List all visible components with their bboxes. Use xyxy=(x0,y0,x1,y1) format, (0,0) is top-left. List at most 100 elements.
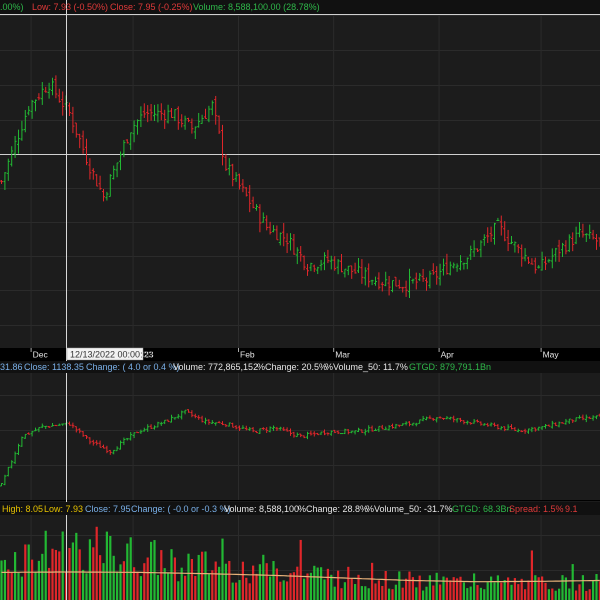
volume-bar xyxy=(408,571,411,600)
volume-bar xyxy=(320,567,323,600)
volume-bar xyxy=(218,566,221,600)
volume-bar xyxy=(3,559,6,600)
vol-low: Low: 7.93 xyxy=(44,504,83,514)
price-low-readout: Low: 7.93 (-0.50%) xyxy=(32,2,108,12)
index-volume-50: %Volume_50: 11.7% xyxy=(325,362,408,372)
volume-bar xyxy=(296,566,299,600)
volume-bar xyxy=(323,579,326,600)
volume-bar xyxy=(224,563,227,600)
volume-bar xyxy=(554,590,557,600)
volume-bar xyxy=(160,550,163,600)
vol-volume: Volume: 8,588,100 xyxy=(224,504,299,514)
volume-bar xyxy=(231,582,234,600)
price-volume-readout: Volume: 8,588,100.00 (28.78%) xyxy=(193,2,320,12)
volume-bar xyxy=(34,571,37,600)
volume-bar xyxy=(306,573,309,600)
volume-bar xyxy=(235,582,238,600)
vol-spread: Spread: 1.5% xyxy=(509,504,564,514)
volume-bar xyxy=(422,590,425,600)
volume-bar xyxy=(51,548,54,600)
volume-bar xyxy=(0,560,3,600)
volume-bar xyxy=(170,549,173,600)
volume-bar xyxy=(595,574,598,600)
volume-bar xyxy=(483,589,486,600)
volume-bar xyxy=(469,586,472,600)
volume-bar xyxy=(289,573,292,600)
volume-bar xyxy=(262,554,265,600)
volume-bar xyxy=(269,576,272,600)
volume-bar xyxy=(116,571,119,600)
volume-bar xyxy=(112,555,115,600)
volume-bar xyxy=(7,569,10,600)
volume-bar xyxy=(143,563,146,600)
cursor-date-label: 12/13/2022 00:00:00 xyxy=(70,350,153,360)
volume-bar xyxy=(350,578,353,600)
volume-bar xyxy=(476,585,479,600)
x-tick-label: Dec xyxy=(33,350,49,360)
volume-bar xyxy=(575,590,578,600)
volume-bar xyxy=(10,572,13,600)
volume-bar xyxy=(150,541,153,600)
volume-bar xyxy=(534,575,537,600)
volume-bar xyxy=(82,569,85,600)
volume-bar xyxy=(194,575,197,600)
volume-bar xyxy=(44,530,47,600)
volume-bar xyxy=(85,573,88,600)
volume-bar xyxy=(272,561,275,600)
volume-bar xyxy=(581,575,584,600)
volume-bar xyxy=(167,572,170,600)
volume-bar xyxy=(58,551,61,600)
index-change: Change: ( 4.0 or 0.4 %) xyxy=(86,362,180,372)
volume-bar xyxy=(418,575,421,600)
volume-bar xyxy=(479,587,482,600)
volume-bar xyxy=(75,532,78,600)
volume-bar xyxy=(228,560,231,600)
volume-bar xyxy=(486,582,489,600)
volume-bar xyxy=(105,531,108,600)
volume-bar xyxy=(510,584,513,600)
volume-bar xyxy=(405,578,408,600)
volume-bar xyxy=(54,549,57,600)
volume-bar xyxy=(462,582,465,600)
volume-bar xyxy=(109,535,112,600)
volume-bar xyxy=(503,580,506,600)
volume-bar xyxy=(578,584,581,600)
volume-bar xyxy=(299,539,302,600)
volume-bar xyxy=(279,581,282,600)
volume-bar xyxy=(71,542,74,600)
volume-bar xyxy=(255,573,258,600)
volume-bar xyxy=(313,565,316,600)
volume-bar xyxy=(78,549,81,600)
volume-bar xyxy=(61,531,64,600)
volume-bar xyxy=(41,553,44,600)
volume-bar xyxy=(442,576,445,600)
volume-bar xyxy=(527,580,530,600)
volume-bar xyxy=(496,575,499,600)
volume-bar xyxy=(530,550,533,600)
volume-bar xyxy=(88,539,91,600)
volume-bar xyxy=(146,557,149,600)
volume-bar xyxy=(452,577,455,600)
volume-bar xyxy=(102,563,105,600)
volume-bar xyxy=(388,588,391,600)
volume-bar xyxy=(241,561,244,600)
volume-bar xyxy=(439,584,442,600)
volume-bar xyxy=(524,589,527,600)
index-prefix: 31.86 xyxy=(0,362,23,372)
volume-bar xyxy=(330,574,333,600)
index-gtgd: GTGD: 879,791.1Bn xyxy=(409,362,491,372)
volume-bar xyxy=(343,582,346,600)
volume-bar xyxy=(95,526,98,600)
volume-bar xyxy=(238,580,241,600)
index-volume: Volume: 772,865,152 xyxy=(173,362,258,372)
volume-bar xyxy=(551,588,554,600)
volume-bar xyxy=(592,580,595,600)
volume-bar xyxy=(14,552,17,600)
volume-bar xyxy=(252,565,255,600)
volume-bar xyxy=(48,567,51,600)
volume-bar xyxy=(136,571,139,600)
volume-bar xyxy=(507,577,510,600)
price-pct-fragment: .00%) xyxy=(0,2,24,12)
vol-change: Change: ( -0.0 or -0.3 %) xyxy=(131,504,231,514)
vol-gtgd: GTGD: 68.3Bn xyxy=(452,504,512,514)
